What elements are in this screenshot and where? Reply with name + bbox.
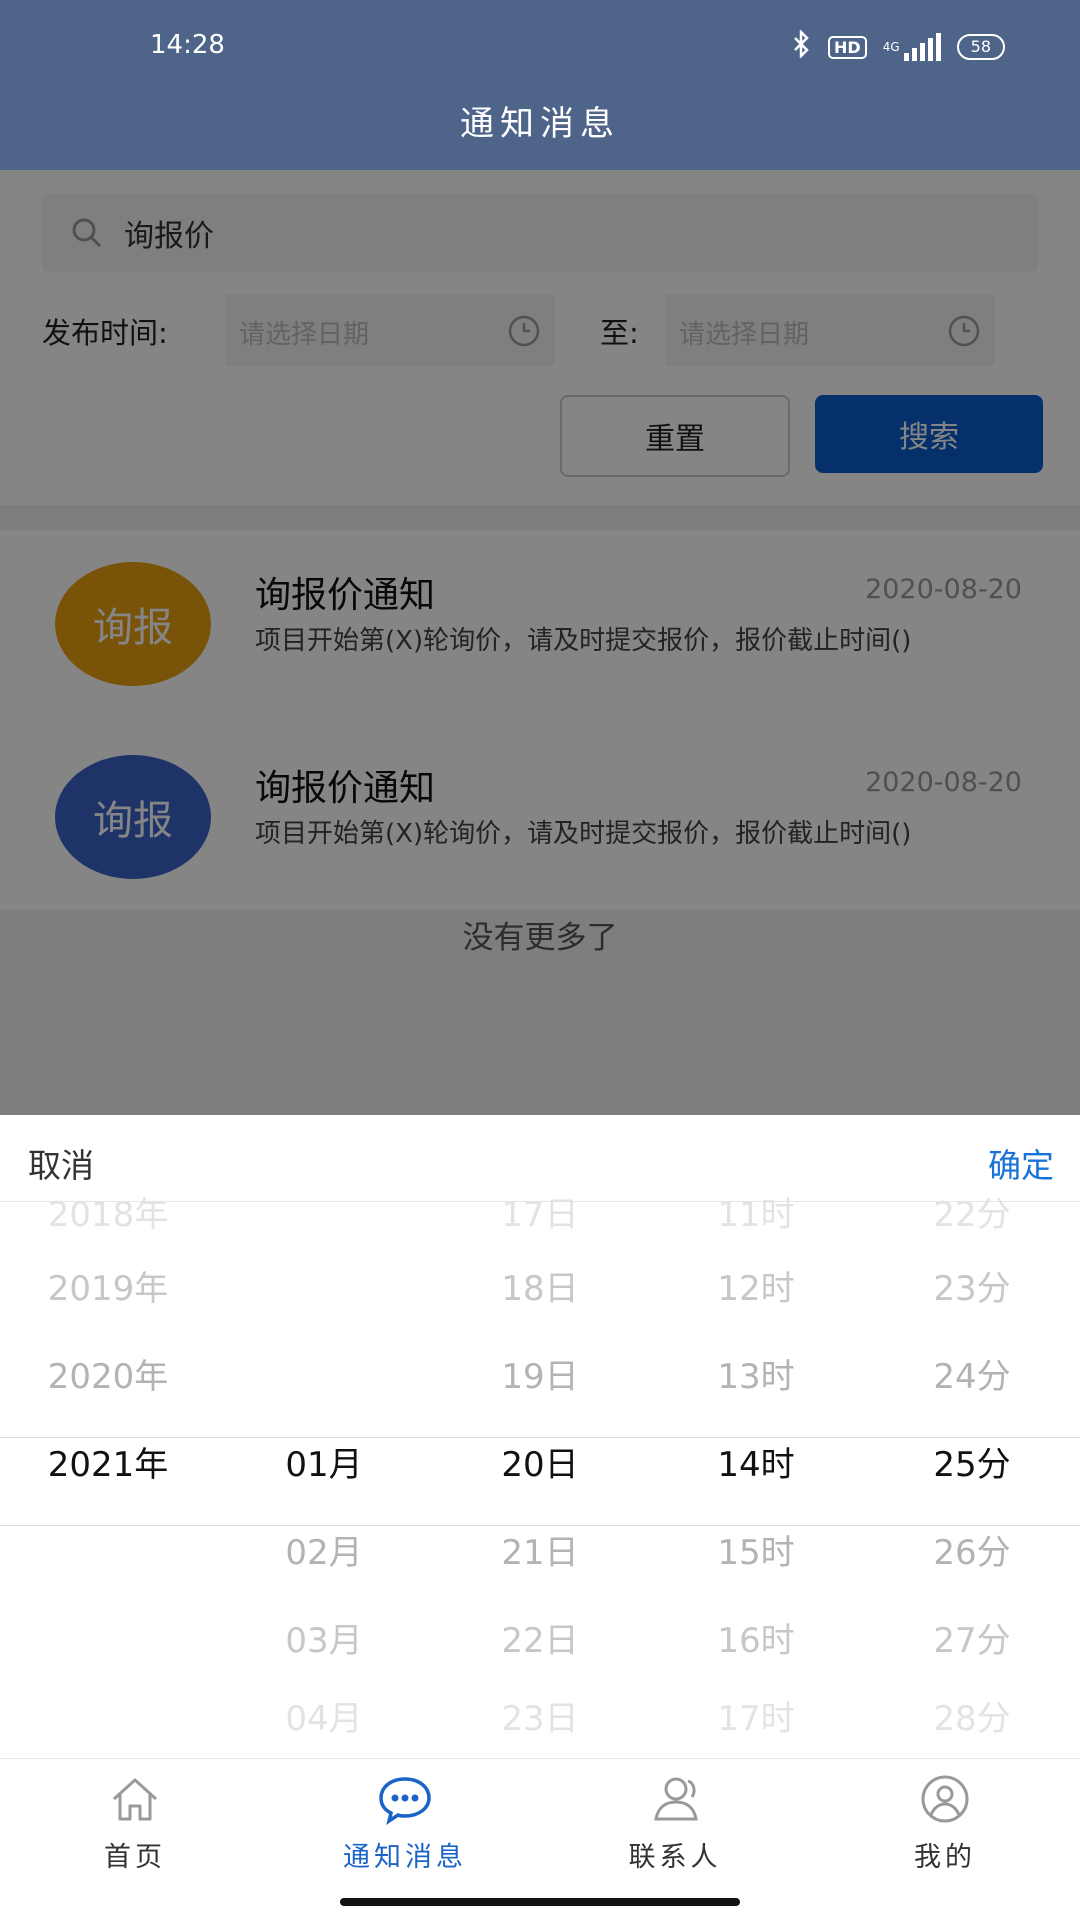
hour-option[interactable]: 13时 — [648, 1333, 864, 1421]
day-option[interactable]: 21日 — [432, 1509, 648, 1597]
page-title: 通知消息 — [460, 104, 620, 144]
contacts-icon — [654, 1777, 698, 1821]
minute-option-selected[interactable]: 25分 — [864, 1421, 1080, 1509]
day-option[interactable]: 23日 — [432, 1675, 648, 1763]
home-indicator — [340, 1898, 740, 1906]
year-option-selected[interactable]: 2021年 — [0, 1421, 216, 1509]
month-option-selected[interactable]: 01月 — [216, 1421, 432, 1509]
minute-option[interactable]: 23分 — [864, 1245, 1080, 1333]
nav-home[interactable]: 首页 — [0, 1773, 270, 1874]
day-option[interactable]: 19日 — [432, 1333, 648, 1421]
nav-label: 我的 — [914, 1842, 976, 1873]
month-option[interactable]: 03月 — [216, 1597, 432, 1685]
hour-option[interactable]: 15时 — [648, 1509, 864, 1597]
year-option[interactable]: 2020年 — [0, 1333, 216, 1421]
nav-messages[interactable]: 通知消息 — [270, 1773, 540, 1874]
status-time: 14:28 — [150, 30, 225, 60]
nav-label: 首页 — [104, 1842, 166, 1873]
year-option[interactable]: 2019年 — [0, 1245, 216, 1333]
signal-icon — [903, 33, 941, 61]
day-option-selected[interactable]: 20日 — [432, 1421, 648, 1509]
day-option[interactable]: 18日 — [432, 1245, 648, 1333]
hour-option[interactable]: 12时 — [648, 1245, 864, 1333]
day-option[interactable]: 22日 — [432, 1597, 648, 1685]
app-header: 14:28 HD 4G 58 通知消息 — [0, 0, 1080, 170]
status-icons: HD 4G 58 — [792, 28, 1005, 64]
battery-icon: 58 — [956, 34, 1005, 60]
modal-overlay[interactable] — [0, 170, 1080, 1115]
hour-option[interactable]: 16时 — [648, 1597, 864, 1685]
bottom-nav: 首页 通知消息 联系人 我的 — [0, 1758, 1080, 1921]
message-icon — [379, 1777, 431, 1825]
month-option[interactable]: 04月 — [216, 1675, 432, 1763]
hd-badge: HD — [828, 35, 867, 59]
minute-option[interactable]: 28分 — [864, 1675, 1080, 1763]
nav-contacts[interactable]: 联系人 — [540, 1773, 810, 1874]
hour-option[interactable]: 17时 — [648, 1675, 864, 1763]
home-icon — [112, 1778, 158, 1821]
minute-option[interactable]: 27分 — [864, 1597, 1080, 1685]
month-option[interactable]: 02月 — [216, 1509, 432, 1597]
nav-label: 联系人 — [628, 1842, 722, 1873]
profile-icon — [921, 1775, 969, 1823]
nav-profile[interactable]: 我的 — [810, 1773, 1080, 1874]
minute-option[interactable]: 24分 — [864, 1333, 1080, 1421]
minute-option[interactable]: 26分 — [864, 1509, 1080, 1597]
nav-label: 通知消息 — [343, 1842, 467, 1873]
hour-option-selected[interactable]: 14时 — [648, 1421, 864, 1509]
bluetooth-icon — [792, 28, 812, 64]
network-type: 4G — [882, 40, 900, 54]
